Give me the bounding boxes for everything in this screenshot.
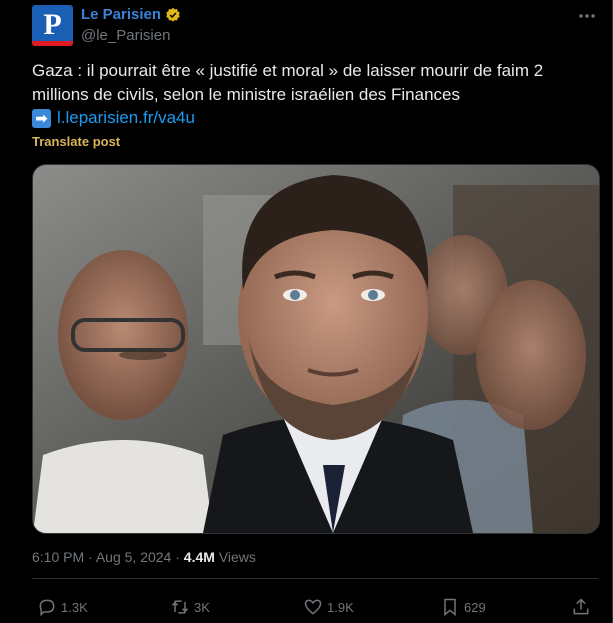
- avatar[interactable]: P: [32, 5, 73, 46]
- views-count: 4.4M: [183, 549, 215, 565]
- avatar-logo-bar: [32, 41, 73, 46]
- tweet-text: Gaza : il pourrait être « justifié et mo…: [32, 61, 544, 104]
- bookmark-button[interactable]: 629: [440, 597, 486, 617]
- tweet-actions: 1.3K 3K 1.9K 629: [37, 597, 593, 619]
- bookmark-count: 629: [464, 599, 486, 615]
- meta-separator: ·: [88, 549, 93, 565]
- tweet-link[interactable]: l.leparisien.fr/va4u: [57, 108, 195, 128]
- retweet-count: 3K: [194, 599, 210, 615]
- reply-button[interactable]: 1.3K: [37, 597, 88, 617]
- views-label: Views: [218, 549, 256, 565]
- tweet-time[interactable]: 6:10 PM: [32, 549, 84, 565]
- tweet-photo[interactable]: [32, 164, 600, 534]
- retweet-button[interactable]: 3K: [170, 597, 210, 617]
- verified-badge-icon: [166, 7, 180, 22]
- meta-separator: ·: [175, 549, 180, 565]
- tweet-meta: 6:10 PM · Aug 5, 2024 · 4.4M Views: [32, 549, 256, 565]
- share-icon: [573, 598, 589, 615]
- author-name-row: Le Parisien: [81, 6, 181, 23]
- reply-count: 1.3K: [61, 599, 88, 615]
- like-count: 1.9K: [327, 599, 354, 615]
- retweet-icon: [171, 600, 189, 614]
- right-arrow-emoji-icon: ➡: [32, 108, 51, 128]
- account-handle[interactable]: @le_Parisien: [81, 27, 170, 44]
- avatar-logo-letter: P: [43, 8, 62, 41]
- display-name[interactable]: Le Parisien: [81, 6, 161, 23]
- translate-post-link[interactable]: Translate post: [32, 134, 120, 149]
- bookmark-icon: [444, 598, 456, 617]
- tweet-link-row: ➡ l.leparisien.fr/va4u: [32, 108, 195, 128]
- reply-icon: [39, 599, 55, 617]
- heart-icon: [304, 599, 322, 615]
- photo-illustration: [33, 165, 599, 533]
- divider: [32, 578, 598, 579]
- more-options-icon[interactable]: [577, 6, 597, 31]
- tweet-date[interactable]: Aug 5, 2024: [96, 549, 172, 565]
- like-button[interactable]: 1.9K: [303, 597, 354, 617]
- share-button[interactable]: [571, 597, 591, 617]
